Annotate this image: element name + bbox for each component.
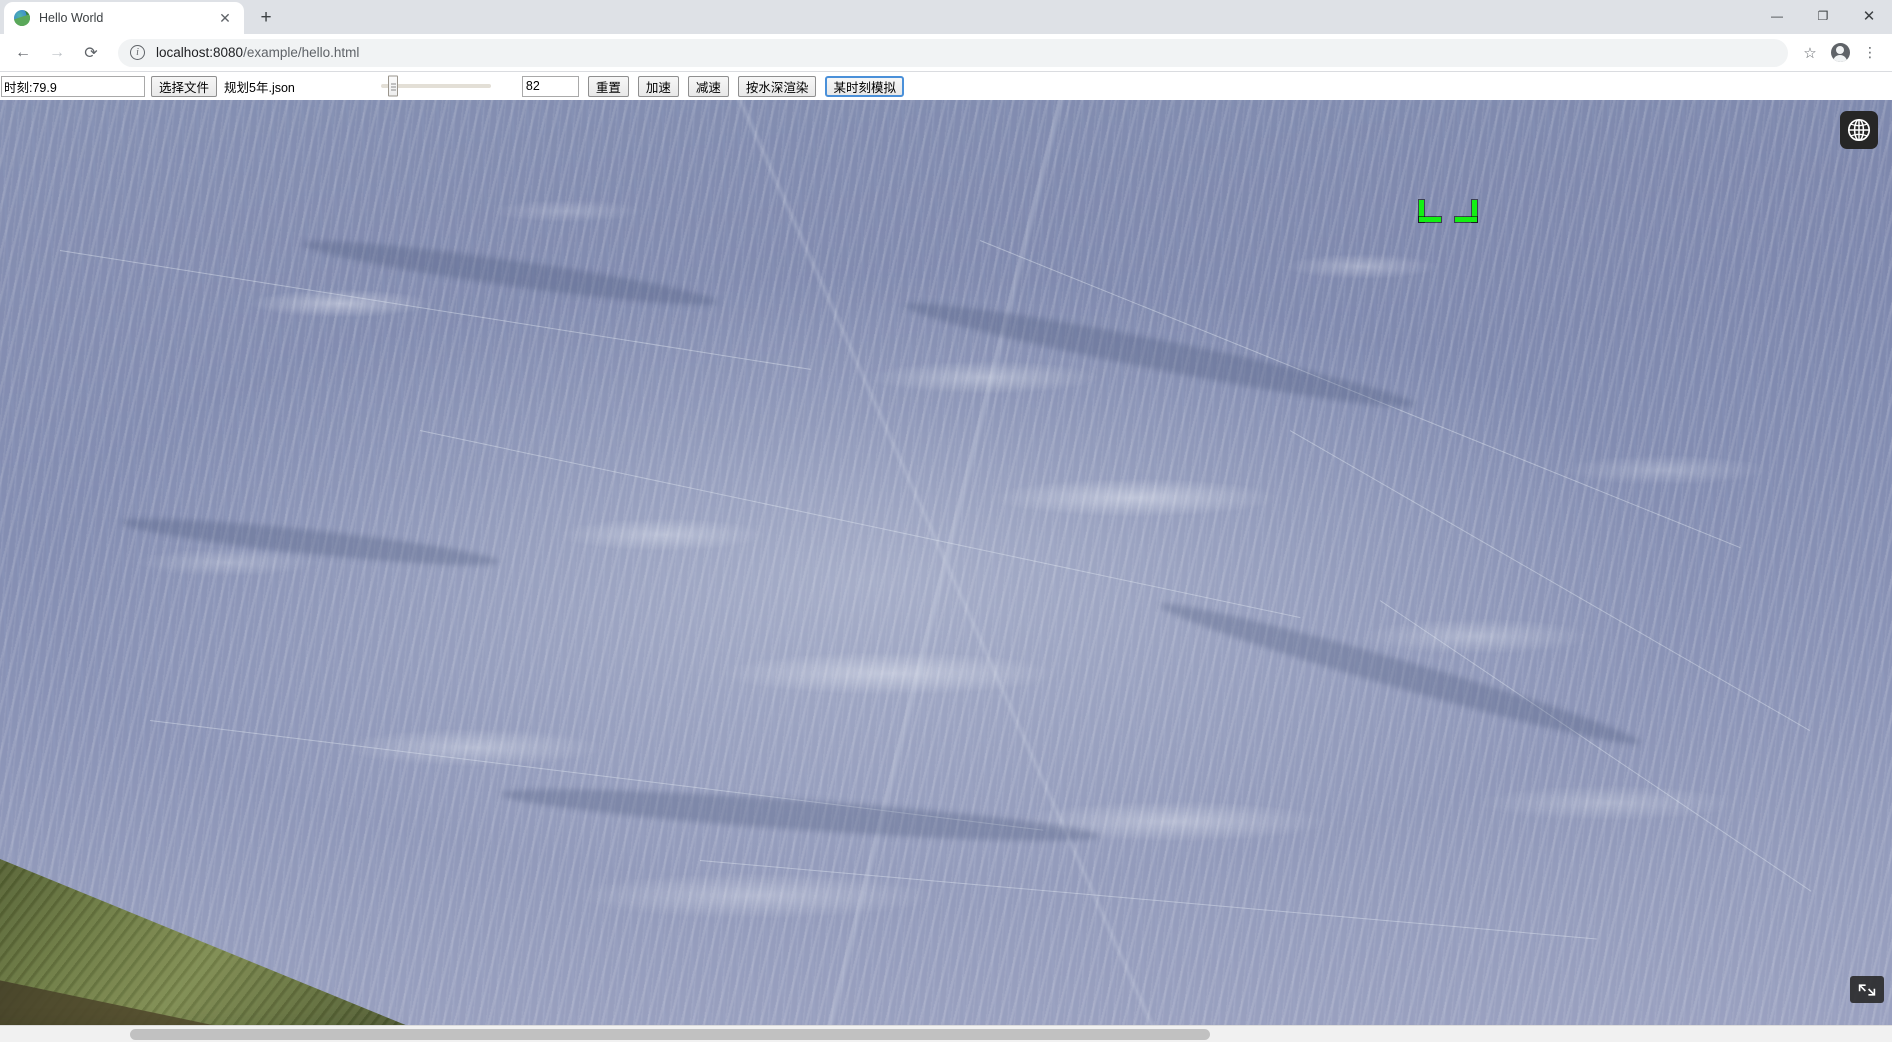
browser-window: Hello World ✕ + — ❐ ✕ ← → ⟳ i localhost:… xyxy=(0,0,1892,1042)
speed-up-button[interactable]: 加速 xyxy=(637,75,679,97)
simulation-control-bar: 选择文件 规划5年.json 重置 加速 减速 按水深渲染 某时刻模拟 xyxy=(0,72,1892,100)
address-bar[interactable]: i localhost:8080/example/hello.html xyxy=(118,38,1788,67)
close-tab-icon[interactable]: ✕ xyxy=(216,9,234,27)
minimize-button[interactable]: — xyxy=(1754,0,1800,32)
close-window-button[interactable]: ✕ xyxy=(1846,0,1892,32)
time-input[interactable] xyxy=(1,75,145,97)
home-globe-button[interactable] xyxy=(1840,111,1878,149)
scrollbar-corner xyxy=(1875,1026,1892,1042)
url-host: localhost:8080 xyxy=(156,45,244,60)
url-text: localhost:8080/example/hello.html xyxy=(156,45,359,60)
time-slider[interactable] xyxy=(380,75,491,97)
file-picker[interactable]: 选择文件 规划5年.json xyxy=(151,75,295,97)
window-controls: — ❐ ✕ xyxy=(1754,0,1892,32)
selection-bracket-right xyxy=(1455,200,1477,222)
tab-strip: Hello World ✕ + — ❐ ✕ xyxy=(0,0,1892,34)
scrollbar-thumb[interactable] xyxy=(130,1029,1210,1040)
reset-button[interactable]: 重置 xyxy=(587,75,629,97)
browser-tab[interactable]: Hello World ✕ xyxy=(4,2,244,34)
bookmark-star-icon[interactable]: ☆ xyxy=(1796,39,1824,67)
choose-file-button[interactable]: 选择文件 xyxy=(151,75,218,97)
back-icon[interactable]: ← xyxy=(8,38,38,68)
cesium-3d-viewport[interactable] xyxy=(0,100,1892,1025)
expand-arrows-icon xyxy=(1858,983,1876,996)
fullscreen-button[interactable] xyxy=(1850,976,1884,1003)
render-by-depth-button[interactable]: 按水深渲染 xyxy=(737,75,817,97)
avatar-icon xyxy=(1830,43,1850,62)
globe-icon xyxy=(1847,118,1871,142)
browser-menu-icon[interactable]: ⋮ xyxy=(1856,39,1884,67)
reload-icon[interactable]: ⟳ xyxy=(76,38,106,68)
slow-down-button[interactable]: 减速 xyxy=(687,75,729,97)
simulate-at-time-button[interactable]: 某时刻模拟 xyxy=(825,75,904,97)
tab-title: Hello World xyxy=(39,11,104,25)
forward-icon[interactable]: → xyxy=(42,38,72,68)
profile-avatar[interactable] xyxy=(1826,39,1854,67)
selection-bracket-left xyxy=(1419,200,1441,222)
browser-toolbar: ← → ⟳ i localhost:8080/example/hello.htm… xyxy=(0,34,1892,72)
slider-thumb[interactable] xyxy=(387,75,398,97)
selected-file-name: 规划5年.json xyxy=(224,80,295,95)
cesium-globe-favicon xyxy=(14,10,30,26)
speed-input[interactable] xyxy=(521,75,579,97)
page-info-icon[interactable]: i xyxy=(130,45,145,60)
horizontal-scrollbar[interactable] xyxy=(0,1025,1892,1042)
maximize-button[interactable]: ❐ xyxy=(1800,0,1846,32)
new-tab-button[interactable]: + xyxy=(252,4,280,32)
mesh-grid-lines xyxy=(0,100,1892,1025)
url-path: /example/hello.html xyxy=(243,45,360,60)
